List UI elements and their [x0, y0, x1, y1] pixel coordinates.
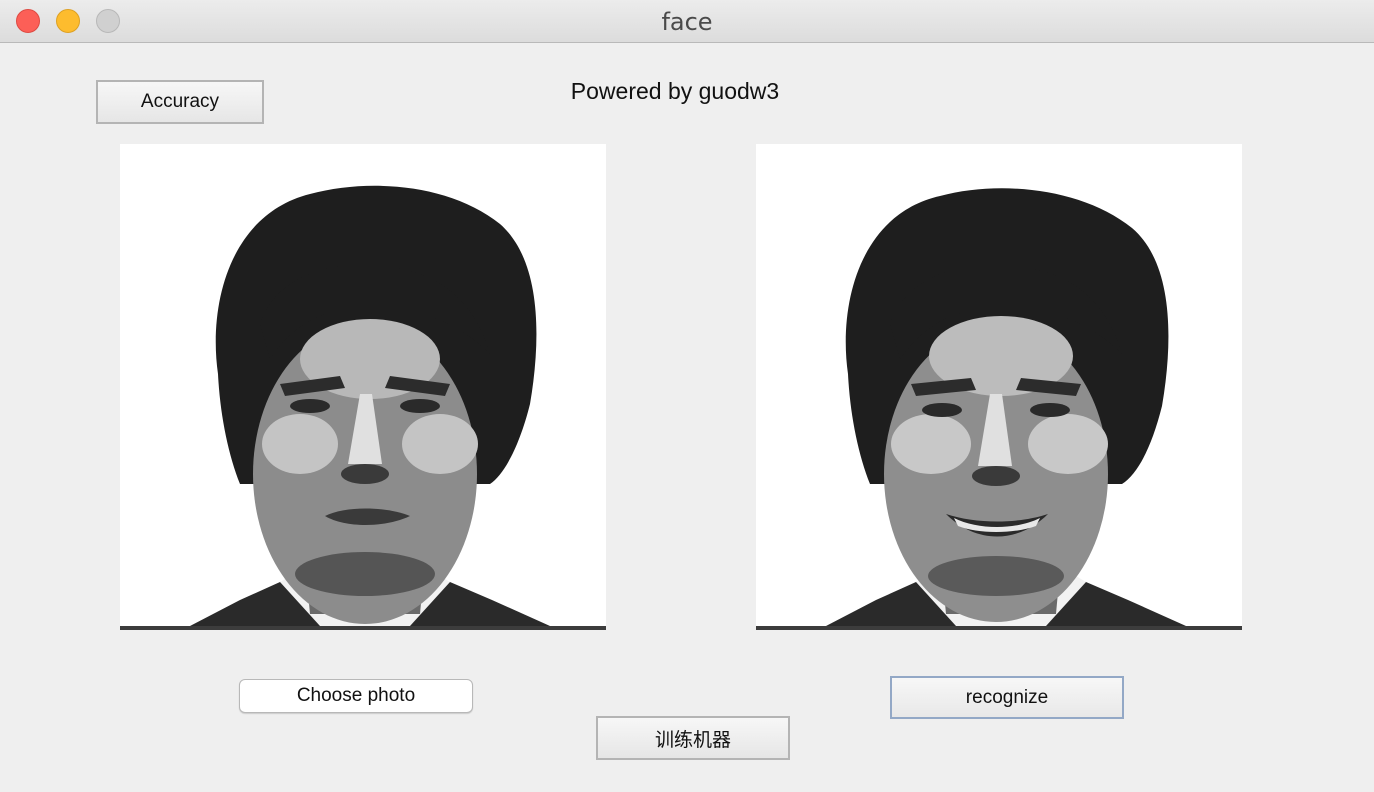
- window-title: face: [661, 8, 713, 36]
- matched-photo-panel: [756, 144, 1242, 630]
- recognize-button[interactable]: recognize: [890, 676, 1124, 719]
- title-bar: face: [0, 0, 1374, 43]
- train-machine-button[interactable]: 训练机器: [596, 716, 790, 760]
- face-photo-neutral-icon: [190, 185, 550, 626]
- accuracy-button[interactable]: Accuracy: [96, 80, 264, 124]
- input-photo-panel: [120, 144, 606, 630]
- choose-photo-button[interactable]: Choose photo: [239, 679, 473, 713]
- face-photo-smiling-icon: [826, 188, 1186, 626]
- powered-by-label: Powered by guodw3: [570, 78, 780, 104]
- app-window: face Accuracy Powered by guodw3 Choose p…: [0, 0, 1374, 792]
